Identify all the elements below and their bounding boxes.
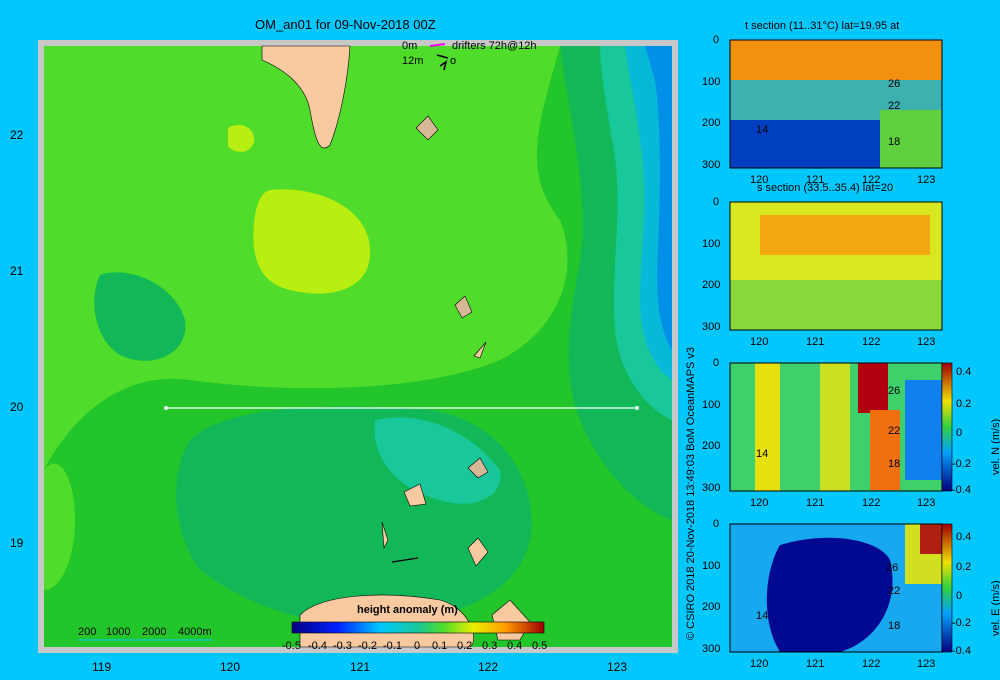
p4-y2: 200 [702, 601, 721, 613]
p3-x1: 121 [806, 497, 825, 509]
drifters-suffix: o [450, 55, 457, 67]
cb-tick-10: 0.5 [532, 640, 548, 652]
map-figure [38, 39, 953, 653]
p4-cb3: -0.2 [952, 617, 971, 629]
p3-x3: 123 [917, 497, 936, 509]
p3-cb3: -0.2 [952, 458, 971, 470]
p4-y1: 100 [702, 560, 721, 572]
depth-4000: 4000m [178, 626, 212, 638]
p3-c3: 18 [888, 458, 901, 470]
legend-12m: 12m [402, 55, 424, 67]
section-start-marker [164, 406, 168, 410]
p1-c1: 22 [888, 100, 901, 112]
p4-c1: 22 [888, 585, 901, 597]
p1-y2: 200 [702, 117, 721, 129]
p3-cb1: 0.2 [956, 398, 972, 410]
p3-cb2: 0 [956, 427, 963, 439]
vel-n-colorbar [941, 362, 953, 492]
height-colorbar [291, 621, 545, 634]
p3-x2: 122 [862, 497, 881, 509]
p2-y3: 300 [702, 321, 721, 333]
cb-tick-6: 0.1 [432, 640, 448, 652]
height-anomaly-field [44, 45, 672, 648]
vel-e-colorbar [941, 523, 953, 653]
p4-cb2: 0 [956, 590, 963, 602]
cb-tick-3: -0.2 [358, 640, 377, 652]
y-tick-22: 22 [10, 128, 24, 142]
p4-y0: 0 [713, 518, 720, 530]
p4-cb0: 0.4 [956, 531, 972, 543]
p1-c0: 26 [888, 78, 901, 90]
p3-c2: 14 [756, 448, 769, 460]
cb-tick-7: 0.2 [457, 640, 473, 652]
p1-y0: 0 [713, 34, 720, 46]
p2-y0: 0 [713, 196, 720, 208]
section-end-marker [635, 406, 639, 410]
p1-c3: 18 [888, 136, 901, 148]
p4-x3: 123 [917, 658, 936, 670]
p2-y2: 200 [702, 279, 721, 291]
map-title: OM_an01 for 09-Nov-2018 00Z [255, 17, 436, 32]
p3-y1: 100 [702, 399, 721, 411]
p2-x2: 122 [862, 336, 881, 348]
s-section-title: s section (33.5..35.4) lat=20 [757, 182, 894, 194]
p1-c2: 14 [756, 124, 769, 136]
p3-c0: 26 [888, 385, 901, 397]
p3-c1: 22 [888, 425, 901, 437]
credit-text: © CSIRO 2018 20-Nov-2018 13:49:03 BoM Oc… [685, 346, 697, 640]
p2-x0: 120 [750, 336, 769, 348]
vel-n-section-panel [729, 362, 943, 492]
p4-x0: 120 [750, 658, 769, 670]
p1-y3: 300 [702, 159, 721, 171]
t-section-panel [729, 39, 943, 169]
cb-tick-1: -0.4 [308, 640, 327, 652]
p1-x3: 123 [917, 174, 936, 186]
p3-x0: 120 [750, 497, 769, 509]
p3-cbar-label: vel. N (m/s) [990, 418, 1000, 475]
p3-cb4: -0.4 [952, 484, 971, 496]
p4-x2: 122 [862, 658, 881, 670]
p4-y3: 300 [702, 643, 721, 655]
x-tick-121: 121 [350, 660, 371, 674]
y-tick-20: 20 [10, 400, 24, 414]
p2-y1: 100 [702, 238, 721, 250]
x-tick-120: 120 [220, 660, 241, 674]
t-section-title: t section (11..31°C) lat=19.95 at [745, 20, 900, 32]
y-tick-19: 19 [10, 536, 24, 550]
cb-tick-9: 0.4 [507, 640, 523, 652]
cb-tick-4: -0.1 [383, 640, 402, 652]
s-section-panel [729, 201, 943, 331]
cb-tick-0: -0.5 [282, 640, 301, 652]
x-tick-119: 119 [92, 660, 112, 674]
p4-c3: 18 [888, 620, 901, 632]
depth-1000: 1000 [106, 626, 131, 638]
cb-tick-2: -0.3 [333, 640, 352, 652]
y-tick-21: 21 [10, 264, 24, 278]
depth-200: 200 [78, 626, 97, 638]
p3-cb0: 0.4 [956, 366, 972, 378]
colorbar-label: height anomaly (m) [357, 604, 458, 616]
p4-x1: 121 [806, 658, 825, 670]
legend-0m: 0m [402, 40, 418, 52]
cb-tick-8: 0.3 [482, 640, 498, 652]
p4-cb4: -0.4 [952, 645, 971, 657]
p3-y0: 0 [713, 357, 720, 369]
depth-2000: 2000 [142, 626, 167, 638]
drifters-label: drifters 72h@12h [452, 40, 537, 52]
p1-y1: 100 [702, 76, 721, 88]
p2-x3: 123 [917, 336, 936, 348]
p3-y2: 200 [702, 440, 721, 452]
p4-cbar-label: vel. E (m/s) [990, 580, 1000, 636]
x-tick-123: 123 [607, 660, 628, 674]
p2-x1: 121 [806, 336, 825, 348]
p4-c2: 14 [756, 610, 769, 622]
vel-e-section-panel [729, 523, 943, 653]
p3-y3: 300 [702, 482, 721, 494]
cb-tick-5: 0 [414, 640, 421, 652]
p4-cb1: 0.2 [956, 561, 972, 573]
p4-c0: 26 [886, 562, 899, 574]
x-tick-122: 122 [478, 660, 499, 674]
